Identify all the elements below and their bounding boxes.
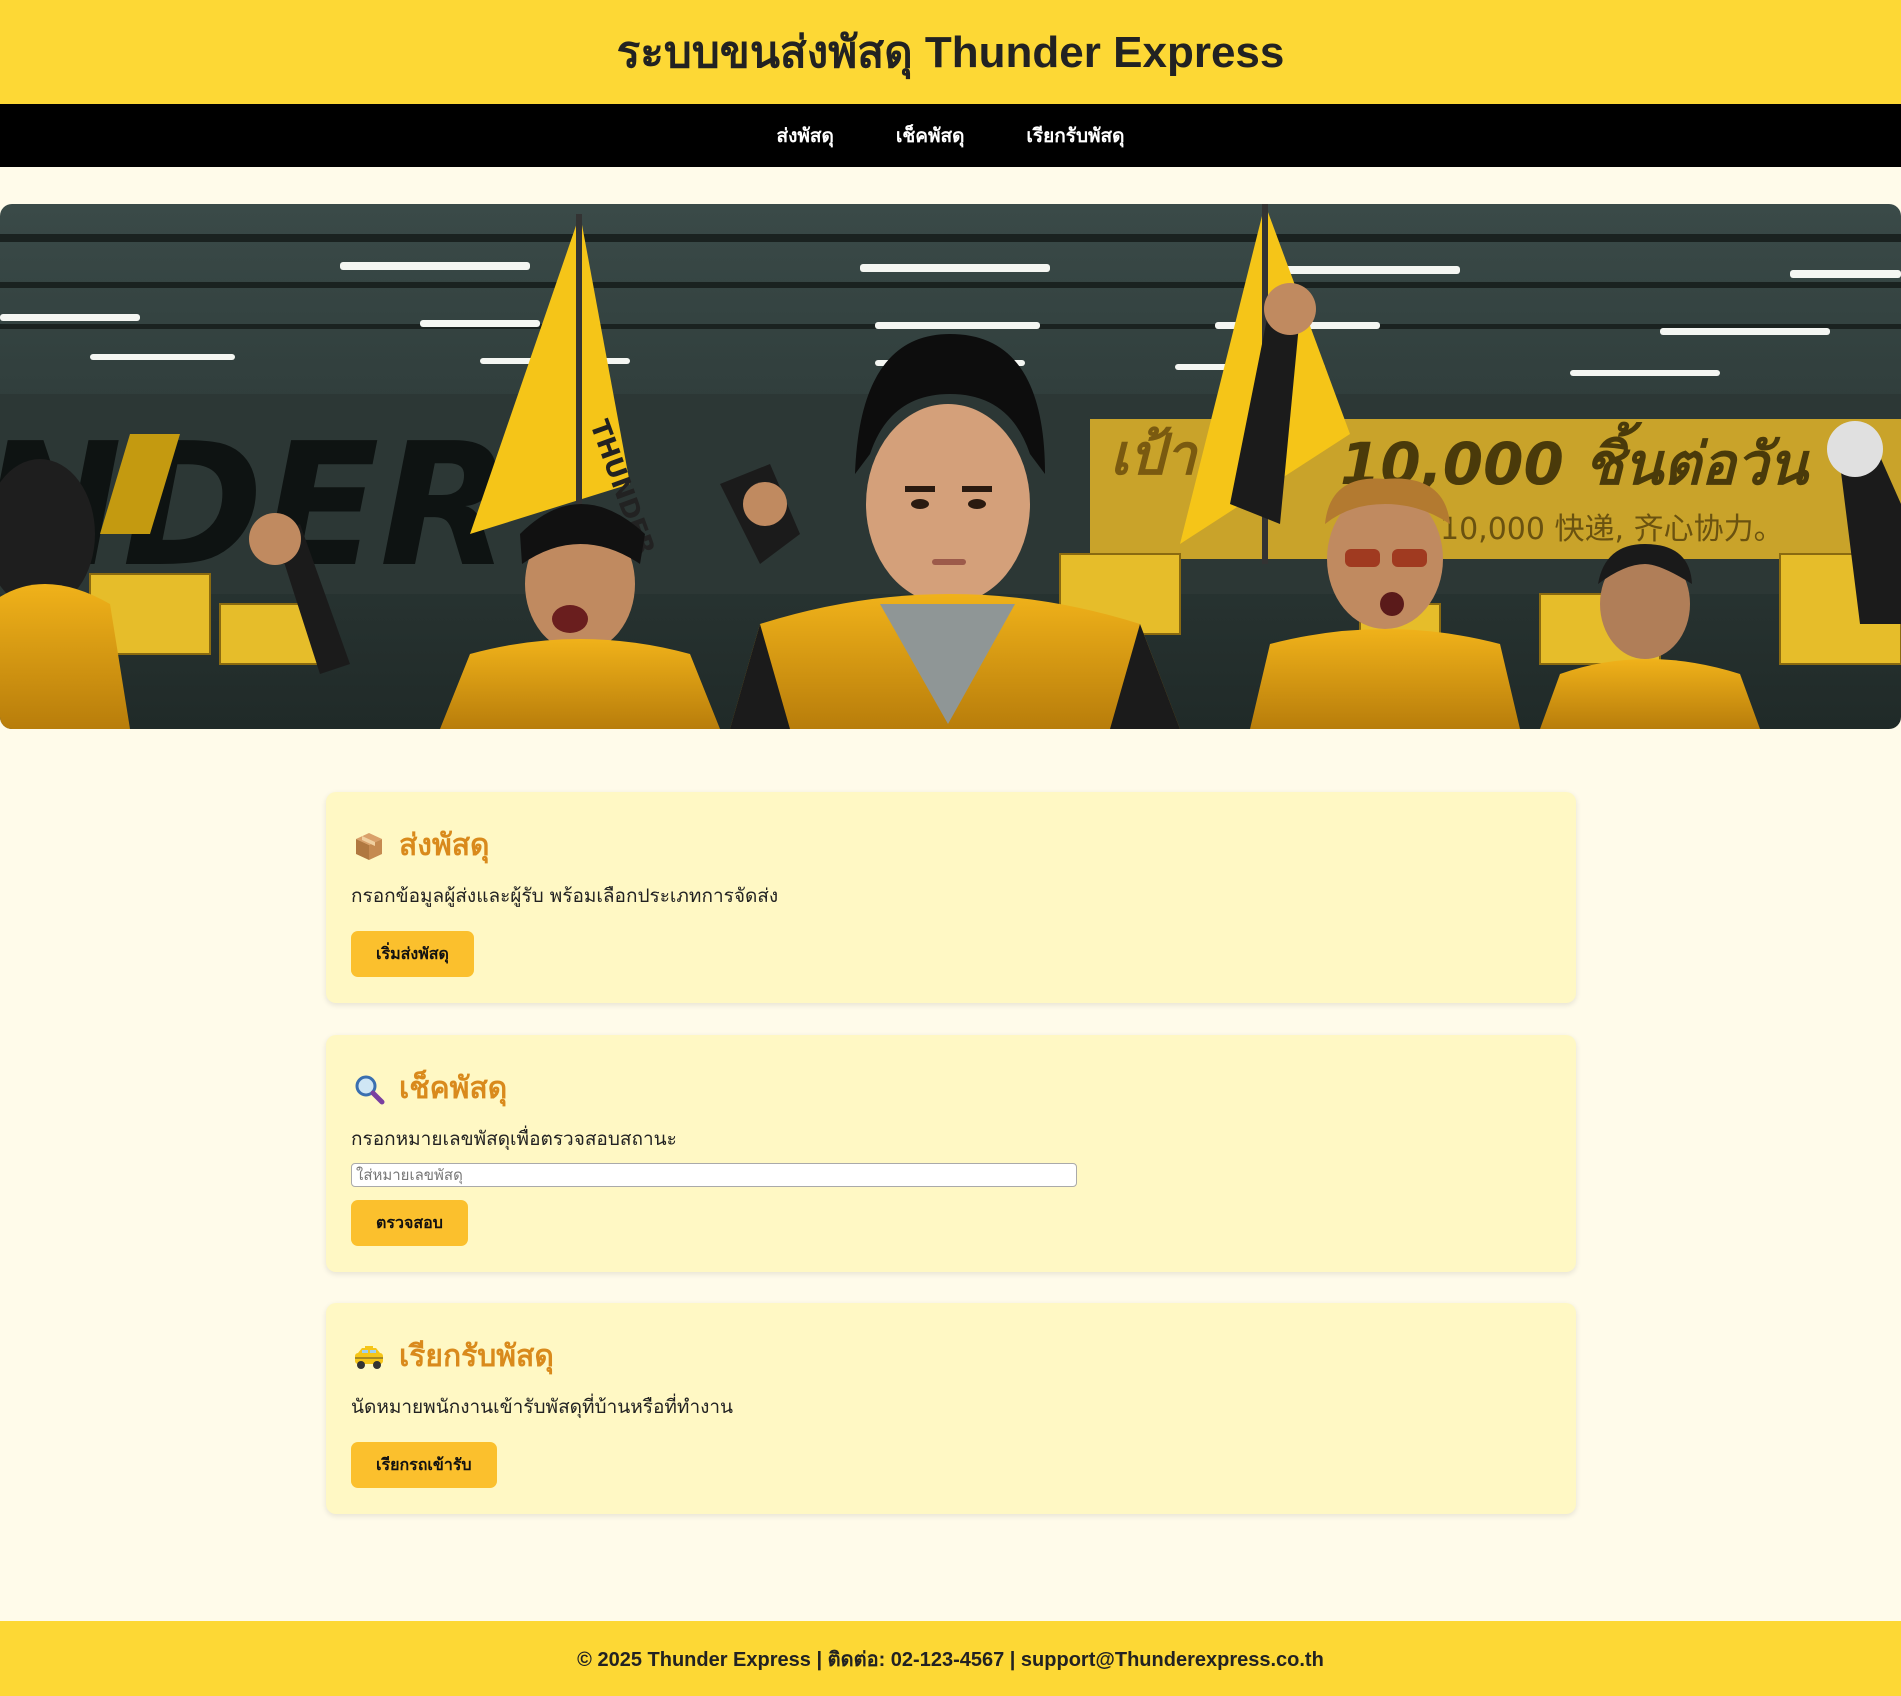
track-parcel-description: กรอกหมายเลขพัสดุเพื่อตรวจสอบสถานะ [351,1128,677,1150]
send-parcel-title: ส่งพัสดุ [399,828,490,863]
pickup-card: เรียกรับพัสดุ นัดหมายพนักงานเข้ารับพัสดุ… [326,1303,1576,1514]
track-parcel-card: เช็คพัสดุ กรอกหมายเลขพัสดุเพื่อตรวจสอบสถ… [326,1035,1576,1272]
site-footer: © 2025 Thunder Express | ติดต่อ: 02-123-… [0,1621,1901,1696]
footer-text: © 2025 Thunder Express | ติดต่อ: 02-123-… [577,1648,1324,1671]
check-status-button[interactable]: ตรวจสอบ [351,1200,468,1246]
start-send-button[interactable]: เริ่มส่งพัสดุ [351,931,474,977]
track-parcel-heading: เช็คพัสดุ [351,1065,507,1112]
pickup-title: เรียกรับพัสดุ [399,1339,554,1374]
pickup-description: นัดหมายพนักงานเข้ารับพัสดุที่บ้านหรือที่… [351,1396,734,1418]
site-header: ระบบขนส่งพัสดุ Thunder Express [0,0,1901,104]
send-parcel-heading: ส่งพัสดุ [351,822,490,869]
page-title: ระบบขนส่งพัสดุ Thunder Express [616,28,1285,77]
taxi-icon [351,1339,387,1375]
tracking-number-input[interactable] [351,1163,1077,1187]
send-parcel-description: กรอกข้อมูลผู้ส่งและผู้รับ พร้อมเลือกประเ… [351,885,779,907]
hero-image: NDER เป้าห 10,000 ชิ้นต่อวัน 10,000 快递, … [0,204,1901,729]
request-pickup-button[interactable]: เรียกรถเข้ารับ [351,1442,497,1488]
main-nav: ส่งพัสดุ เช็คพัสดุ เรียกรับพัสดุ [0,104,1901,167]
nav-item-send[interactable]: ส่งพัสดุ [777,121,834,151]
svg-text:10,000 快递, 齐心协力。: 10,000 快递, 齐心协力。 [1440,512,1784,547]
package-icon [351,828,387,864]
track-parcel-title: เช็คพัสดุ [399,1071,508,1106]
pickup-heading: เรียกรับพัสดุ [351,1333,554,1380]
nav-item-pickup[interactable]: เรียกรับพัสดุ [1026,121,1124,151]
magnifier-icon [351,1071,387,1107]
send-parcel-card: ส่งพัสดุ กรอกข้อมูลผู้ส่งและผู้รับ พร้อม… [326,792,1576,1003]
nav-item-track[interactable]: เช็คพัสดุ [896,121,965,151]
